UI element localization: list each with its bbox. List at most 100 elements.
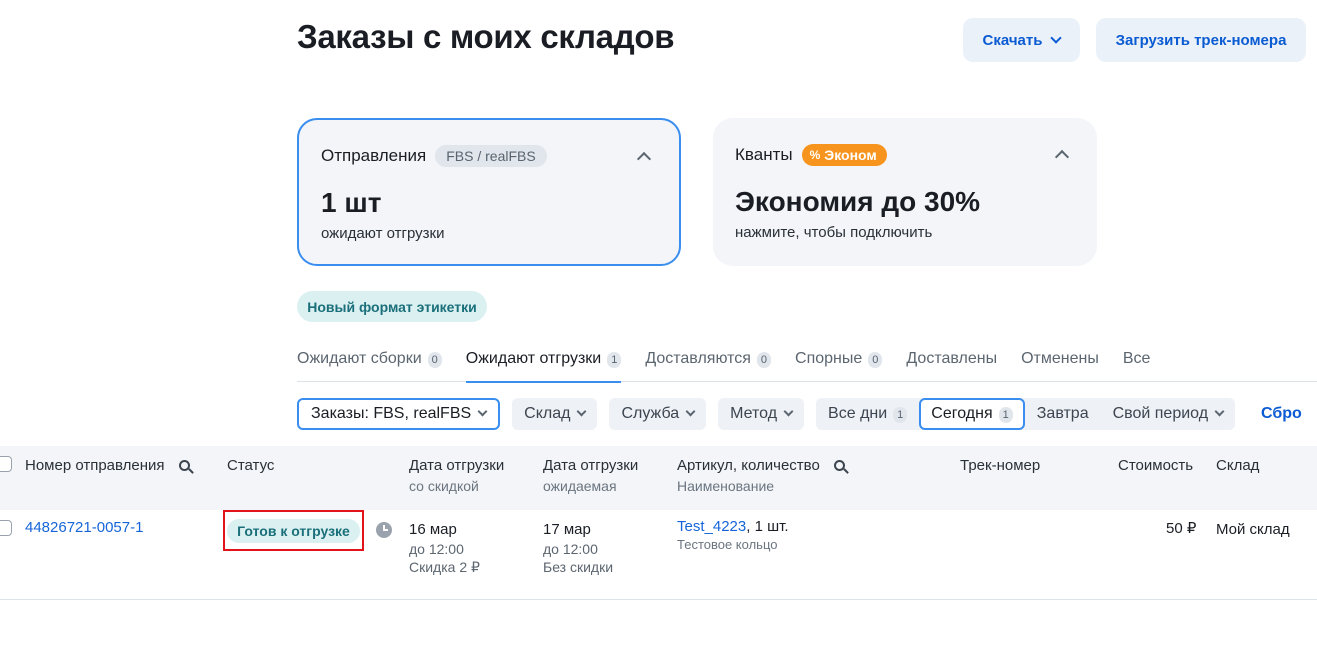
shipments-card-title: Отправления bbox=[321, 146, 427, 165]
tab-label: Отменены bbox=[1021, 350, 1099, 367]
all-days-option[interactable]: Все дни 1 bbox=[816, 398, 920, 430]
article-cell: Test_4223, 1 шт. Тестовое кольцо bbox=[677, 518, 789, 554]
table-header: Номер отправления Статус Дата отгрузки с… bbox=[0, 446, 1317, 510]
percent-icon: % bbox=[809, 148, 821, 162]
warehouse-cell: Мой склад bbox=[1216, 521, 1290, 538]
tomorrow-option[interactable]: Завтра bbox=[1024, 398, 1101, 430]
download-button[interactable]: Скачать bbox=[963, 18, 1080, 62]
today-count: 1 bbox=[998, 407, 1013, 423]
expected-time: до 12:00 bbox=[543, 541, 598, 557]
header-warehouse: Склад bbox=[1216, 457, 1260, 474]
method-filter[interactable]: Метод bbox=[718, 398, 805, 430]
shipments-badge: FBS / realFBS bbox=[435, 145, 547, 167]
header-ship-date-sub: со скидкой bbox=[409, 478, 479, 494]
header-expected-date-label: Дата отгрузки bbox=[543, 457, 639, 474]
tab-label: Ожидают отгрузки bbox=[465, 350, 602, 367]
chevron-down-icon bbox=[1050, 31, 1063, 44]
page-title: Заказы с моих складов bbox=[297, 18, 675, 55]
product-name: Тестовое кольцо bbox=[677, 537, 778, 552]
row-checkbox[interactable] bbox=[0, 520, 12, 536]
tomorrow-label: Завтра bbox=[1036, 405, 1089, 422]
shipments-card[interactable]: Отправления FBS / realFBS 1 шт ожидают о… bbox=[297, 118, 681, 266]
chevron-down-icon bbox=[577, 406, 587, 417]
tab-label: Ожидают сборки bbox=[297, 350, 422, 367]
shipments-subtitle: ожидают отгрузки bbox=[321, 225, 445, 242]
tab-count: 0 bbox=[756, 352, 772, 368]
tab-label: Доставляются bbox=[645, 350, 751, 367]
header-article: Артикул, количество Наименование bbox=[677, 457, 845, 494]
article-link[interactable]: Test_4223 bbox=[677, 518, 746, 535]
shipments-count: 1 шт bbox=[321, 187, 382, 218]
all-days-count: 1 bbox=[893, 407, 908, 423]
service-filter[interactable]: Служба bbox=[609, 398, 707, 430]
kvanty-subtitle: нажмите, чтобы подключить bbox=[735, 224, 933, 241]
own-period-label: Свой период bbox=[1112, 405, 1209, 422]
status-tabs: Ожидают сборки 0 Ожидают отгрузки 1 Дост… bbox=[297, 337, 1317, 383]
header-article-sub: Наименование bbox=[677, 478, 775, 494]
status-highlight: Готов к отгрузке bbox=[223, 510, 364, 551]
header-status: Статус bbox=[227, 457, 275, 474]
date-period-segmented: Все дни 1 Сегодня 1 Завтра Свой период bbox=[816, 398, 1236, 430]
tab-label: Доставлены bbox=[906, 350, 998, 367]
header-track: Трек-номер bbox=[960, 457, 1041, 474]
table-row: 44826721-0057-1 Готов к отгрузке 16 мар … bbox=[0, 510, 1317, 600]
ship-time: до 12:00 bbox=[409, 541, 464, 557]
tab-count: 0 bbox=[427, 352, 442, 368]
own-period-option[interactable]: Свой период bbox=[1100, 398, 1236, 430]
today-option[interactable]: Сегодня 1 bbox=[919, 398, 1025, 430]
warehouse-filter-label: Склад bbox=[524, 405, 571, 422]
upload-track-numbers-button[interactable]: Загрузить трек-номера bbox=[1096, 18, 1306, 62]
search-icon[interactable] bbox=[178, 460, 190, 471]
econom-badge: % Эконом bbox=[801, 144, 887, 166]
expected-date-cell: 17 мар до 12:00 Без скидки bbox=[543, 521, 613, 576]
tab-awaiting-shipment[interactable]: Ожидают отгрузки 1 bbox=[465, 337, 622, 383]
search-icon[interactable] bbox=[833, 460, 845, 471]
ship-discount: Скидка 2 ₽ bbox=[409, 559, 480, 575]
kvanty-card-title: Кванты bbox=[735, 145, 793, 164]
chevron-down-icon bbox=[685, 406, 696, 417]
select-all-checkbox[interactable] bbox=[0, 456, 12, 472]
no-discount: Без скидки bbox=[543, 559, 614, 575]
all-days-label: Все дни bbox=[828, 405, 888, 422]
tab-delivered[interactable]: Доставлены bbox=[906, 337, 997, 382]
header-expected-date-sub: ожидаемая bbox=[543, 478, 617, 494]
article-qty: , 1 шт. bbox=[746, 518, 789, 535]
shipment-number-link[interactable]: 44826721-0057-1 bbox=[25, 519, 143, 536]
header-number-label: Номер отправления bbox=[25, 457, 165, 474]
kvanty-headline: Экономия до 30% bbox=[735, 186, 981, 217]
service-filter-label: Служба bbox=[621, 405, 680, 422]
kvanty-card[interactable]: Кванты % Эконом Экономия до 30% нажмите,… bbox=[713, 118, 1097, 266]
tab-disputed[interactable]: Спорные 0 bbox=[795, 337, 883, 382]
chevron-down-icon bbox=[1214, 406, 1225, 417]
tab-count: 0 bbox=[868, 352, 883, 368]
tab-delivering[interactable]: Доставляются 0 bbox=[645, 337, 772, 382]
download-label: Скачать bbox=[982, 31, 1043, 49]
tab-count: 1 bbox=[607, 352, 622, 368]
chevron-down-icon bbox=[477, 406, 488, 417]
reset-filters-link[interactable]: Сбро bbox=[1261, 405, 1302, 423]
orders-type-label: Заказы: FBS, realFBS bbox=[311, 405, 472, 422]
header-article-label: Артикул, количество bbox=[677, 457, 820, 474]
tab-label: Все bbox=[1122, 350, 1151, 367]
econom-badge-label: Эконом bbox=[824, 147, 877, 163]
tab-label: Спорные bbox=[795, 350, 863, 367]
tab-cancelled[interactable]: Отменены bbox=[1021, 337, 1099, 382]
method-filter-label: Метод bbox=[730, 405, 778, 422]
header-ship-date: Дата отгрузки со скидкой bbox=[409, 457, 504, 494]
cost-cell: 50 ₽ bbox=[1166, 520, 1197, 537]
tab-awaiting-assembly[interactable]: Ожидают сборки 0 bbox=[297, 337, 442, 382]
expected-date: 17 мар bbox=[543, 521, 591, 538]
ship-date: 16 мар bbox=[409, 521, 457, 538]
today-label: Сегодня bbox=[931, 405, 993, 422]
filter-bar: Заказы: FBS, realFBS Склад Служба Метод … bbox=[297, 398, 1302, 430]
tab-all[interactable]: Все bbox=[1123, 337, 1151, 382]
new-label-format-chip[interactable]: Новый формат этикетки bbox=[297, 291, 487, 322]
warehouse-filter[interactable]: Склад bbox=[512, 398, 598, 430]
header-cost: Стоимость bbox=[1118, 457, 1194, 474]
clock-icon[interactable] bbox=[376, 522, 392, 538]
chevron-down-icon bbox=[783, 406, 794, 417]
ship-date-cell: 16 мар до 12:00 Скидка 2 ₽ bbox=[409, 521, 480, 576]
header-ship-date-label: Дата отгрузки bbox=[409, 457, 505, 474]
orders-type-filter[interactable]: Заказы: FBS, realFBS bbox=[297, 398, 501, 430]
header-number: Номер отправления bbox=[25, 457, 190, 474]
